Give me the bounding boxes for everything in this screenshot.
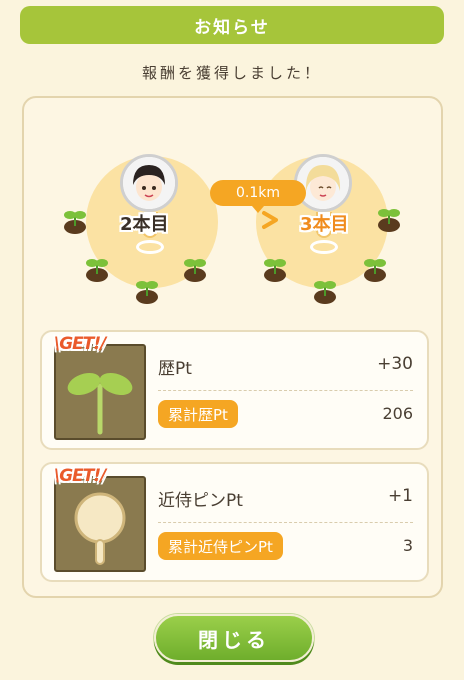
reward-card-pin: \GET!/ 近侍ピンPt +1 累計近侍ピンPt 3 [40, 462, 429, 582]
sprout-icon [378, 209, 400, 232]
end-character-avatar [294, 154, 352, 212]
start-pin-base [136, 240, 164, 254]
dialog-title: お知らせ [194, 17, 270, 38]
route-map: 2本目 3本目 0.1km [24, 98, 445, 320]
character-portrait-icon [297, 157, 349, 209]
route-arrow-icon [188, 211, 278, 229]
total-label-pill: 累計歴Pt [158, 400, 238, 428]
dialog-header: お知らせ [20, 6, 444, 44]
get-badge: \GET!/ [54, 334, 106, 354]
reward-title: 近侍ピンPt [158, 491, 243, 511]
divider [158, 390, 413, 391]
character-portrait-icon [123, 157, 175, 209]
reward-title: 歴Pt [158, 359, 192, 379]
distance-bubble: 0.1km [210, 180, 306, 213]
end-pin-base [310, 240, 338, 254]
start-step-label: 2本目 [120, 214, 169, 235]
sprout-icon [67, 372, 133, 435]
sprout-icon [86, 259, 108, 282]
total-value: 3 [402, 536, 413, 555]
sprout-icon [364, 259, 386, 282]
start-character-avatar [120, 154, 178, 212]
total-value: 206 [382, 404, 413, 423]
reward-value: +30 [377, 354, 413, 374]
reward-image: \GET!/ [54, 466, 146, 572]
reward-value: +1 [387, 486, 413, 506]
reward-card-history: \GET!/ 歴Pt +30 累計歴Pt 206 [40, 330, 429, 450]
sprout-icon [136, 281, 158, 304]
total-label-pill: 累計近侍ピンPt [158, 532, 283, 560]
reward-panel: 2本目 3本目 0.1km \GET!/ 歴Pt +30 累計歴Pt 206 \… [22, 96, 443, 598]
close-button[interactable]: 閉じる [154, 614, 314, 662]
sprout-icon [314, 281, 336, 304]
sprout-icon [64, 211, 86, 234]
reward-message: 報酬を獲得しました！ [141, 64, 322, 82]
reward-image: \GET!/ [54, 334, 146, 440]
sprout-icon [184, 259, 206, 282]
pin-icon [74, 492, 126, 565]
divider [158, 522, 413, 523]
sprout-icon [264, 259, 286, 282]
get-badge: \GET!/ [54, 466, 106, 486]
end-step-label: 3本目 [300, 214, 349, 235]
